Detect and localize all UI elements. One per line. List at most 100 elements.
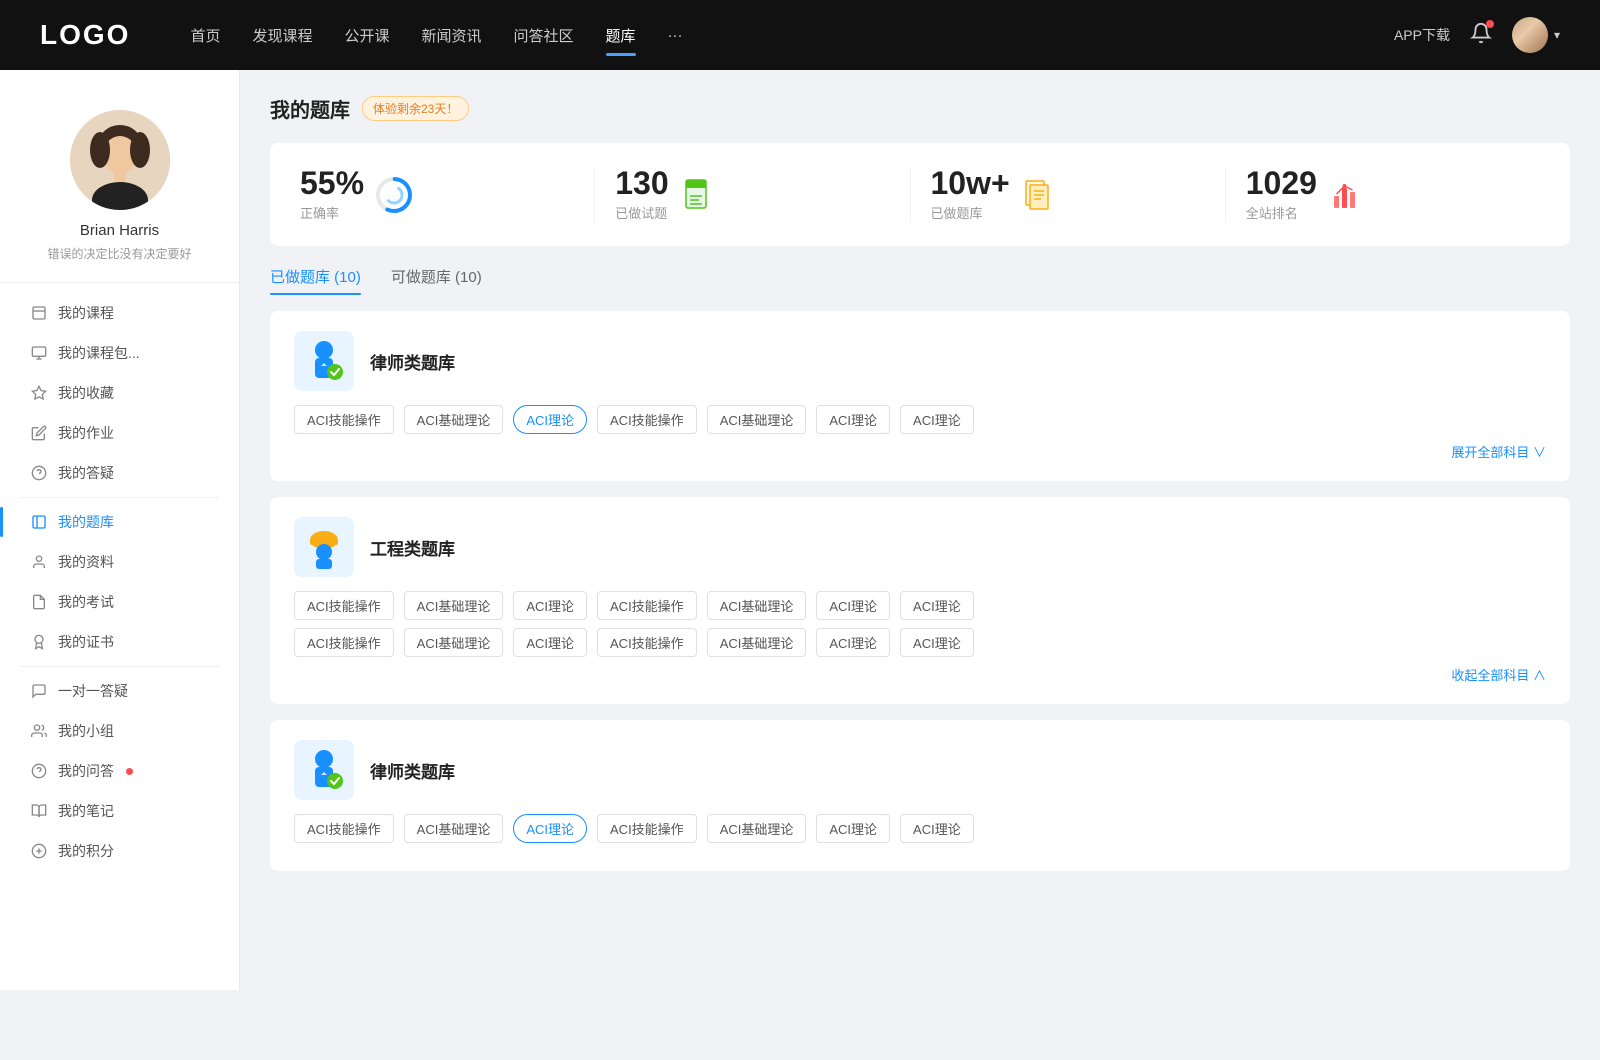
bank-title-2: 工程类题库 (370, 535, 455, 560)
sidebar-item-one-on-one[interactable]: 一对一答疑 (0, 671, 239, 711)
tag-1-5[interactable]: ACI理论 (816, 405, 890, 434)
sidebar-label-exam: 我的考试 (58, 592, 114, 612)
sidebar-item-favorites[interactable]: 我的收藏 (0, 373, 239, 413)
done-questions-label: 已做试题 (615, 203, 668, 222)
notification-bell-button[interactable] (1470, 22, 1492, 49)
tag-2b-3[interactable]: ACI技能操作 (597, 628, 697, 657)
bank-title-1: 律师类题库 (370, 349, 455, 374)
points-icon (30, 842, 48, 860)
tag-2-1[interactable]: ACI基础理论 (404, 591, 504, 620)
nav-home[interactable]: 首页 (190, 21, 220, 50)
header-right: APP下载 ▾ (1394, 17, 1560, 53)
nav-news[interactable]: 新闻资讯 (422, 21, 482, 50)
tag-2b-4[interactable]: ACI基础理论 (707, 628, 807, 657)
sidebar-item-notes[interactable]: 我的笔记 (0, 791, 239, 831)
tag-2-2[interactable]: ACI理论 (513, 591, 587, 620)
sidebar-separator-2 (20, 666, 219, 667)
sidebar-item-points[interactable]: 我的积分 (0, 831, 239, 871)
sidebar-item-question-bank[interactable]: 我的题库 (0, 502, 239, 542)
tag-2-3[interactable]: ACI技能操作 (597, 591, 697, 620)
tag-3-1[interactable]: ACI基础理论 (404, 814, 504, 843)
sidebar-label-favorites: 我的收藏 (58, 383, 114, 403)
sidebar-label-my-qa: 我的问答 (58, 761, 114, 781)
page-title: 我的题库 (270, 94, 350, 123)
sidebar-item-group[interactable]: 我的小组 (0, 711, 239, 751)
accuracy-label: 正确率 (300, 203, 364, 222)
notes-icon (30, 802, 48, 820)
sidebar-item-certificate[interactable]: 我的证书 (0, 622, 239, 662)
done-banks-value: 10w+ (931, 167, 1010, 199)
page-layout: Brian Harris 错误的决定比没有决定要好 我的课程 我的课程包... (0, 70, 1600, 990)
sidebar-label-group: 我的小组 (58, 721, 114, 741)
tag-1-6[interactable]: ACI理论 (900, 405, 974, 434)
tab-available-banks[interactable]: 可做题库 (10) (391, 266, 482, 295)
tag-2-4[interactable]: ACI基础理论 (707, 591, 807, 620)
collapse-button[interactable]: 收起全部科目 ∧ (294, 665, 1546, 684)
tag-1-1[interactable]: ACI基础理论 (404, 405, 504, 434)
tag-2-6[interactable]: ACI理论 (900, 591, 974, 620)
tag-3-4[interactable]: ACI基础理论 (707, 814, 807, 843)
sidebar-label-my-course: 我的课程 (58, 303, 114, 323)
sidebar-item-profile[interactable]: 我的资料 (0, 542, 239, 582)
nav-open-course[interactable]: 公开课 (344, 21, 389, 50)
stat-done-questions: 130 已做试题 (595, 167, 910, 222)
tag-1-3[interactable]: ACI技能操作 (597, 405, 697, 434)
nav-more[interactable]: ··· (668, 23, 683, 48)
sidebar-label-course-pack: 我的课程包... (58, 343, 140, 363)
tag-3-6[interactable]: ACI理论 (900, 814, 974, 843)
tag-2b-6[interactable]: ACI理论 (900, 628, 974, 657)
nav-qa[interactable]: 问答社区 (514, 21, 574, 50)
nav-discover[interactable]: 发现课程 (252, 21, 312, 50)
tab-done-banks[interactable]: 已做题库 (10) (270, 266, 361, 295)
logo[interactable]: LOGO (40, 19, 130, 51)
tag-2-0[interactable]: ACI技能操作 (294, 591, 394, 620)
sidebar-label-qa: 我的答疑 (58, 463, 114, 483)
sidebar-item-my-qa[interactable]: 我的问答 (0, 751, 239, 791)
profile-section: Brian Harris 错误的决定比没有决定要好 (0, 100, 239, 283)
sidebar-label-notes: 我的笔记 (58, 801, 114, 821)
stats-card: 55% 正确率 130 已做试题 (270, 143, 1570, 246)
sidebar-label-one-on-one: 一对一答疑 (58, 681, 128, 701)
notification-dot (1486, 20, 1494, 28)
one-on-one-icon (30, 682, 48, 700)
sidebar-item-my-course[interactable]: 我的课程 (0, 293, 239, 333)
lawyer-icon-2 (294, 740, 354, 800)
tabs-bar: 已做题库 (10) 可做题库 (10) (270, 266, 1570, 295)
sidebar-item-course-pack[interactable]: 我的课程包... (0, 333, 239, 373)
sidebar: Brian Harris 错误的决定比没有决定要好 我的课程 我的课程包... (0, 70, 240, 990)
tag-3-5[interactable]: ACI理论 (816, 814, 890, 843)
sidebar-item-qa[interactable]: 我的答疑 (0, 453, 239, 493)
done-questions-value: 130 (615, 167, 668, 199)
tag-3-3[interactable]: ACI技能操作 (597, 814, 697, 843)
tag-2b-1[interactable]: ACI基础理论 (404, 628, 504, 657)
expand-button-1[interactable]: 展开全部科目 ∨ (294, 442, 1546, 461)
tags-row-2b: ACI技能操作 ACI基础理论 ACI理论 ACI技能操作 ACI基础理论 AC… (294, 628, 1546, 657)
tag-2-5[interactable]: ACI理论 (816, 591, 890, 620)
user-avatar-button[interactable]: ▾ (1512, 17, 1560, 53)
tag-1-2[interactable]: ACI理论 (513, 405, 587, 434)
bank-card-header-2: 工程类题库 (294, 517, 1546, 577)
sidebar-item-exam[interactable]: 我的考试 (0, 582, 239, 622)
tag-1-0[interactable]: ACI技能操作 (294, 405, 394, 434)
chevron-down-icon: ▾ (1554, 28, 1560, 42)
sidebar-separator-1 (20, 497, 219, 498)
nav-question-bank[interactable]: 题库 (606, 21, 636, 50)
tag-2b-0[interactable]: ACI技能操作 (294, 628, 394, 657)
sidebar-label-profile: 我的资料 (58, 552, 114, 572)
tag-3-0[interactable]: ACI技能操作 (294, 814, 394, 843)
sidebar-label-homework: 我的作业 (58, 423, 114, 443)
ranking-label: 全站排名 (1246, 203, 1317, 222)
tag-2b-5[interactable]: ACI理论 (816, 628, 890, 657)
bank-card-header-3: 律师类题库 (294, 740, 1546, 800)
sidebar-label-certificate: 我的证书 (58, 632, 114, 652)
app-download-button[interactable]: APP下载 (1394, 25, 1450, 45)
tag-1-4[interactable]: ACI基础理论 (707, 405, 807, 434)
doc-icon (681, 177, 717, 213)
sidebar-item-homework[interactable]: 我的作业 (0, 413, 239, 453)
bank-card-lawyer-1: 律师类题库 ACI技能操作 ACI基础理论 ACI理论 ACI技能操作 ACI基… (270, 311, 1570, 481)
stat-done-banks: 10w+ 已做题库 (911, 167, 1226, 222)
tag-3-2[interactable]: ACI理论 (513, 814, 587, 843)
tag-2b-2[interactable]: ACI理论 (513, 628, 587, 657)
qa-icon (30, 464, 48, 482)
question-bank-icon (30, 513, 48, 531)
